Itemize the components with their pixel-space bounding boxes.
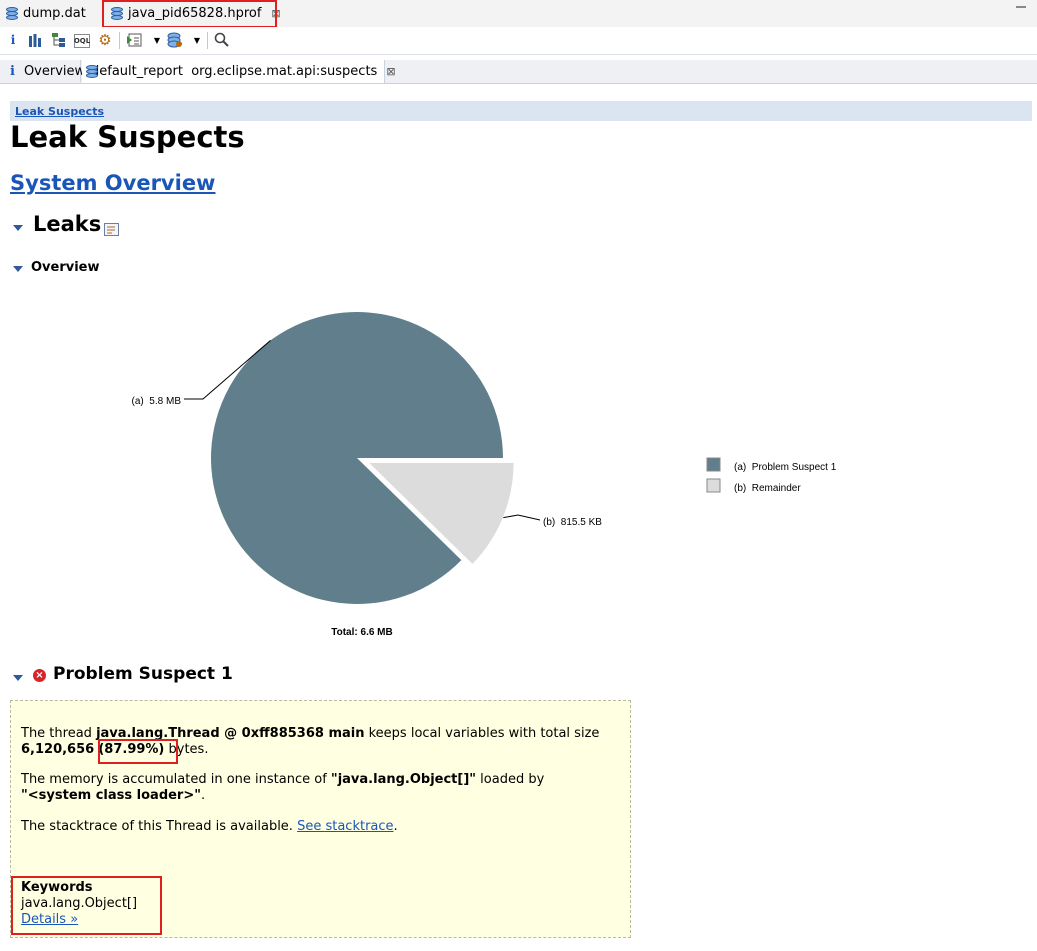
tab-overview[interactable]: i Overview [0, 60, 85, 82]
toolbar-separator [207, 32, 208, 49]
minimize-icon[interactable] [1016, 6, 1026, 8]
leak-suspects-pie-chart: (a) 5.8 MB (b) 815.5 KB Total: 6.6 MB (a… [132, 311, 837, 638]
legend-label-a: (a) Problem Suspect 1 [734, 462, 837, 473]
gear-icon[interactable]: ⚙ [97, 31, 113, 49]
page-title: Leak Suspects [10, 120, 245, 154]
close-icon[interactable]: ⊠ [386, 65, 395, 78]
tab-label: default_report org.eclipse.mat.api:suspe… [91, 64, 378, 79]
breadcrumb-link-leak-suspects[interactable]: Leak Suspects [15, 105, 104, 118]
problem-suspect-box: The thread java.lang.Thread @ 0xff885368… [10, 700, 631, 938]
highlight-box [11, 876, 162, 935]
overview-heading: Overview [31, 260, 100, 275]
highlight-box [102, 0, 277, 28]
heap-query-icon[interactable] [167, 32, 183, 48]
collapse-icon[interactable] [13, 266, 23, 272]
info-icon: i [10, 63, 15, 79]
tab-default-report[interactable]: default_report org.eclipse.mat.api:suspe… [82, 60, 396, 83]
text: loaded by [476, 772, 545, 787]
slice-label-b: (b) 815.5 KB [543, 517, 602, 528]
chevron-down-icon[interactable]: ▼ [189, 32, 205, 48]
class-loader: "<system class loader>" [21, 788, 202, 803]
collapse-icon[interactable] [13, 225, 23, 231]
suspect-paragraph-2: The memory is accumulated in one instanc… [21, 772, 544, 804]
report-tab-bar: i Overview default_report org.eclipse.ma… [0, 60, 1037, 84]
run-report-icon[interactable] [126, 32, 142, 48]
error-icon: × [33, 669, 46, 682]
text: The thread [21, 726, 97, 741]
legend-swatch [706, 457, 721, 472]
legend-label-b: (b) Remainder [734, 483, 801, 494]
editor-tab-label: dump.dat [23, 6, 86, 21]
breadcrumb: Leak Suspects [10, 101, 1032, 121]
text: keeps local variables with total size [364, 726, 600, 741]
class-name: "java.lang.Object[]" [330, 772, 477, 787]
text: The memory is accumulated in one instanc… [21, 772, 331, 787]
suspect-paragraph-3: The stacktrace of this Thread is availab… [21, 819, 398, 835]
oql-icon[interactable]: OQL [74, 34, 90, 48]
collapse-icon[interactable] [13, 675, 23, 681]
dominator-tree-icon[interactable] [51, 32, 67, 48]
heap-dump-icon [6, 6, 18, 21]
search-icon[interactable] [214, 32, 230, 48]
text: . [201, 788, 206, 803]
details-icon[interactable] [104, 221, 119, 240]
highlight-box [98, 739, 178, 764]
total-label: Total: 6.6 MB [331, 627, 392, 638]
slice-label-a: (a) 5.8 MB [132, 396, 182, 407]
see-stacktrace-link[interactable]: See stacktrace [297, 819, 393, 834]
system-overview-link[interactable]: System Overview [10, 171, 215, 195]
info-icon[interactable]: i [5, 32, 21, 48]
toolbar: i OQL ⚙ ▼ ▼ [0, 27, 1037, 55]
problem-suspect-heading: Problem Suspect 1 [53, 664, 233, 684]
editor-tab-dump[interactable]: dump.dat [6, 2, 86, 25]
retained-size: 6,120,656 [21, 742, 95, 757]
pie-slice-problem-suspect[interactable] [210, 311, 503, 604]
leaks-heading: Leaks [33, 212, 102, 236]
text: . [393, 819, 398, 834]
tab-label: Overview [23, 63, 86, 79]
leader-line [503, 514, 541, 521]
histogram-icon[interactable] [27, 32, 43, 48]
toolbar-separator [119, 32, 120, 49]
legend-swatch [706, 478, 721, 493]
chevron-down-icon[interactable]: ▼ [149, 32, 165, 48]
text: The stacktrace of this Thread is availab… [21, 819, 298, 834]
editor-tab-bar: dump.dat java_pid65828.hprof ⊠ [0, 0, 1037, 28]
